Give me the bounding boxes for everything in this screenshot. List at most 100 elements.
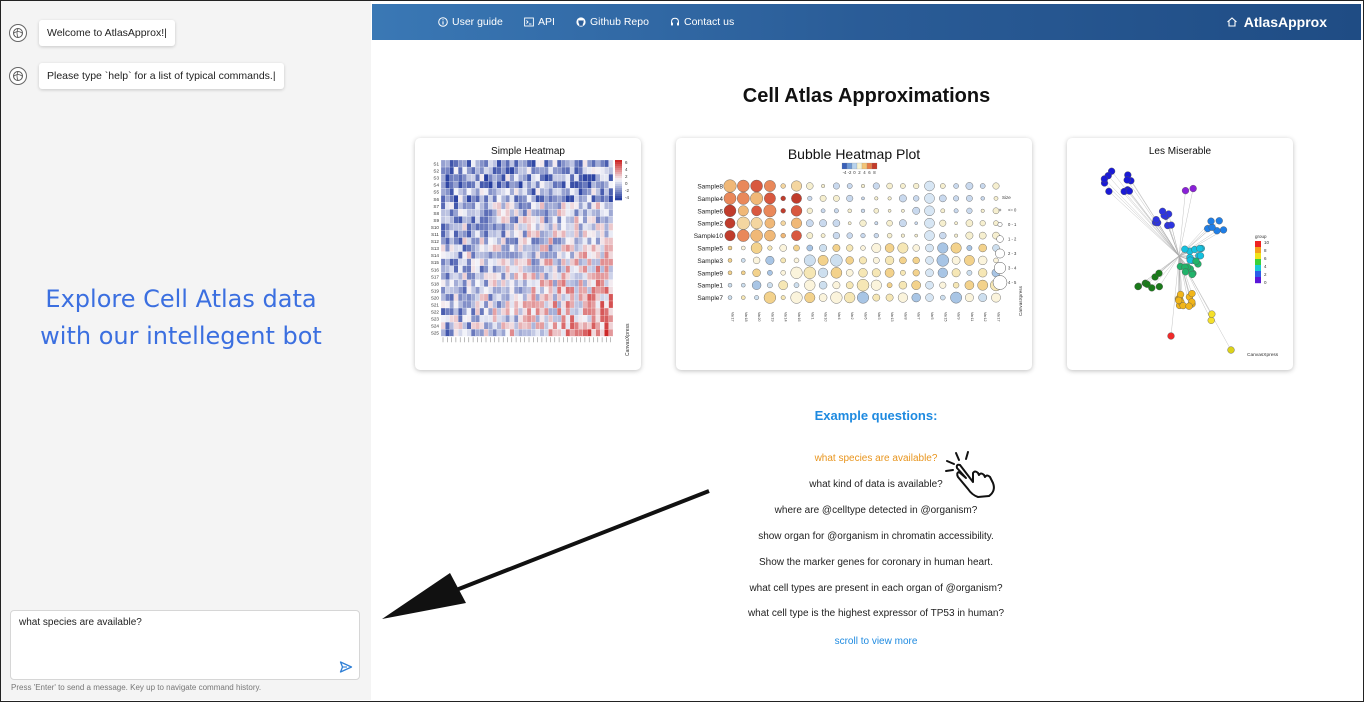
bubble-mark xyxy=(874,221,879,226)
bubble-color-legend-swatch xyxy=(856,162,863,170)
heatmap-cell xyxy=(466,279,472,288)
heatmap-cell xyxy=(479,329,485,337)
network-node xyxy=(1181,187,1190,195)
bubble-mark xyxy=(830,291,843,304)
heatmap-cell xyxy=(496,265,502,273)
bubble-mark xyxy=(950,242,962,254)
heatmap-cell xyxy=(531,230,536,238)
bubble-mark xyxy=(806,182,814,190)
heatmap-cell xyxy=(557,272,562,280)
bubble-mark xyxy=(900,269,906,276)
bubble-mark xyxy=(856,279,870,292)
heatmap-cell xyxy=(569,329,575,337)
bubble-column-label: Var16 xyxy=(797,312,801,322)
heatmap-cell xyxy=(587,272,592,280)
heatmap-cell xyxy=(608,195,614,203)
heatmap-cell xyxy=(552,237,558,245)
heatmap-cell xyxy=(539,188,545,196)
heatmap-cell xyxy=(595,166,601,175)
heatmap-cell xyxy=(595,173,601,182)
heatmap-cell xyxy=(565,315,571,323)
nav-user-guide[interactable]: User guide xyxy=(438,4,503,40)
heatmap-cell xyxy=(488,300,493,309)
example-question[interactable]: what species are available? xyxy=(372,453,1364,464)
scroll-more-link[interactable]: scroll to view more xyxy=(372,636,1364,647)
heatmap-cell xyxy=(496,230,502,238)
nav-github-repo[interactable]: Github Repo xyxy=(576,4,649,40)
bubble-mark xyxy=(937,267,948,278)
bubble-column-label: Var18 xyxy=(744,312,748,322)
heatmap-cell xyxy=(509,173,515,182)
heatmap-cell xyxy=(466,202,472,210)
network-edge xyxy=(1147,255,1180,285)
bubble-mark xyxy=(873,233,879,239)
heatmap-cell xyxy=(608,315,614,323)
nav-contact-us[interactable]: Contact us xyxy=(670,4,734,40)
heatmap-cell xyxy=(578,244,584,252)
bubble-row-label: Sample4 xyxy=(697,196,723,203)
example-question[interactable]: what cell types are present in each orga… xyxy=(372,583,1364,594)
heatmap-cell xyxy=(591,181,596,189)
example-question[interactable]: what cell type is the highest expressor … xyxy=(372,608,1364,619)
heatmap-cell xyxy=(440,286,446,295)
les-miserable-card[interactable]: Les Miserable group 10 8 6 4 2 0 CanvasXpress xyxy=(1067,138,1293,370)
example-question[interactable]: what kind of data is available? xyxy=(372,479,1364,490)
heatmap-cell xyxy=(470,237,476,245)
example-question[interactable]: Show the marker genes for coronary in hu… xyxy=(372,557,1364,568)
heatmap-cell xyxy=(466,315,472,323)
bubble-mark xyxy=(791,217,802,229)
example-question[interactable]: show organ for @organism in chromatin ac… xyxy=(372,531,1364,542)
heatmap-cell xyxy=(531,195,536,203)
heatmap-cell xyxy=(574,322,579,330)
heatmap-cell xyxy=(535,202,540,210)
heatmap-cell xyxy=(557,300,562,309)
heatmap-cell xyxy=(505,279,510,288)
heatmap-cell xyxy=(526,195,532,203)
heatmap-cell xyxy=(544,258,549,266)
heatmap-cell xyxy=(569,166,575,175)
heatmap-cell xyxy=(445,223,450,231)
heatmap-cell xyxy=(466,251,472,259)
chat-input[interactable] xyxy=(11,611,359,679)
heatmap-cell xyxy=(518,173,523,182)
bubble-mark xyxy=(818,281,828,290)
bubble-mark xyxy=(940,294,946,301)
heatmap-cell xyxy=(595,265,601,273)
heatmap-cell xyxy=(561,322,566,330)
heatmap-cell xyxy=(445,166,450,175)
heatmap-cell xyxy=(445,202,450,210)
heatmap-cell xyxy=(518,251,523,259)
heatmap-cell xyxy=(509,166,515,175)
bubble-mark xyxy=(966,195,973,202)
heatmap-cell xyxy=(488,195,493,203)
bubble-mark xyxy=(819,244,827,252)
heatmap-cell xyxy=(574,265,579,273)
simple-heatmap-card[interactable]: Simple Heatmap S1 S2 S3 S4 S5 S6 S7 S8 S9 S10 S11 S… xyxy=(415,138,641,370)
heatmap-cell xyxy=(501,237,506,245)
heatmap-cell xyxy=(569,237,575,245)
send-button[interactable] xyxy=(339,660,353,674)
bubble-mark xyxy=(832,219,841,227)
heatmap-cell xyxy=(505,315,510,323)
heatmap-cell xyxy=(505,188,510,196)
heatmap-cell xyxy=(548,258,553,266)
bubble-mark xyxy=(979,183,986,189)
heatmap-cell xyxy=(595,329,601,337)
heatmap-cell xyxy=(449,159,454,168)
bubble-heatmap-card[interactable]: Bubble Heatmap Plot -4 -2 0 2 4 6 8 Sample8 Samp… xyxy=(676,138,1032,370)
heatmap-row-label: S7 xyxy=(433,204,439,209)
nav-api[interactable]: API xyxy=(524,4,555,40)
heatmap-cell xyxy=(595,202,601,210)
bubble-mark xyxy=(727,245,733,251)
heatmap-cell xyxy=(479,244,485,252)
heatmap-cell xyxy=(574,188,579,196)
heatmap-cell xyxy=(445,293,450,302)
heatmap-cell xyxy=(522,286,528,295)
heatmap-cell xyxy=(445,272,450,280)
heatmap-cell xyxy=(578,173,584,182)
heatmap-cell xyxy=(475,329,480,337)
example-question[interactable]: where are @celltype detected in @organis… xyxy=(372,505,1364,516)
brand-link[interactable]: AtlasApprox xyxy=(1226,4,1327,40)
bubble-mark xyxy=(924,205,935,217)
bubble-mark xyxy=(979,220,986,227)
